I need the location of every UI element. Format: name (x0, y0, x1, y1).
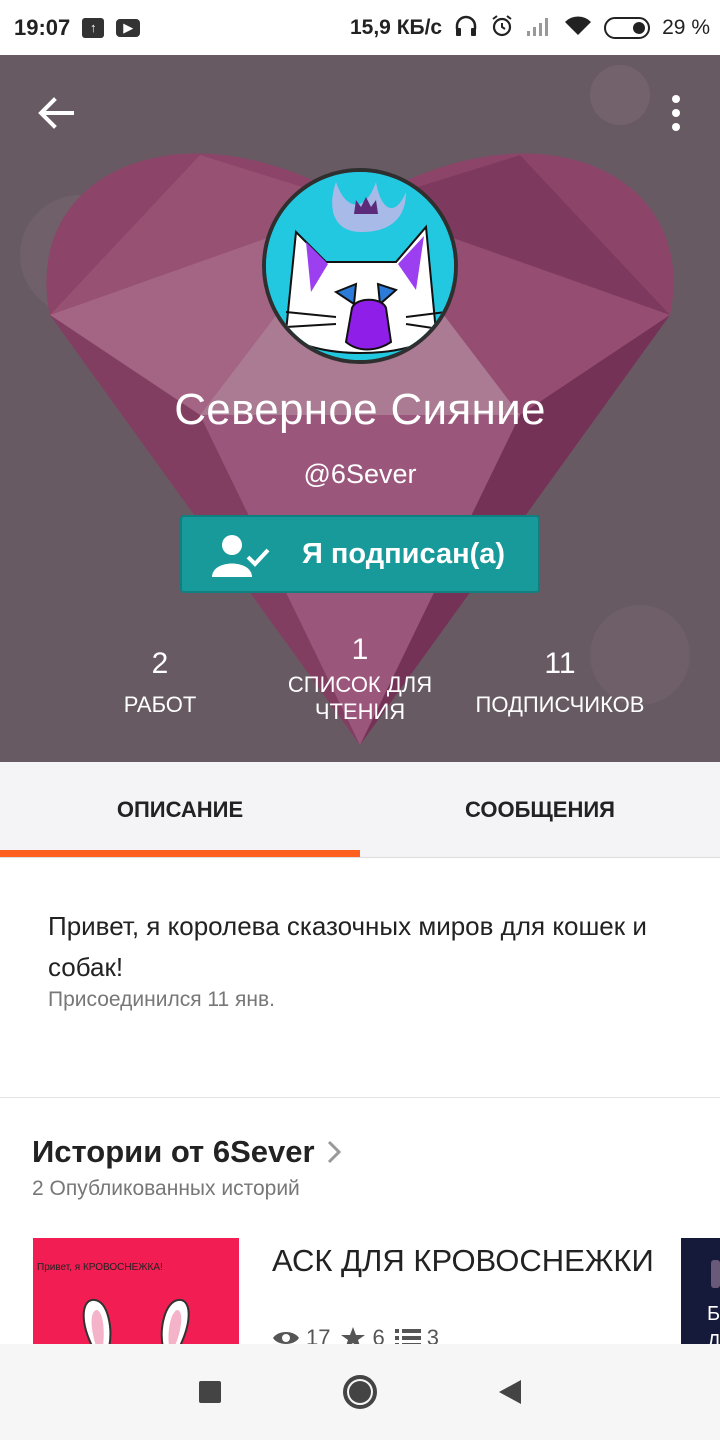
about-description: Привет, я королева сказочных миров для к… (48, 911, 647, 982)
headphones-icon (454, 15, 478, 41)
stat-works-label: РАБОТ (123, 692, 197, 717)
stat-reading-lists-label-line2: ЧТЕНИЯ (314, 699, 406, 724)
stat-reading-lists-label-line1: СПИСОК ДЛЯ (287, 672, 433, 697)
tab-about[interactable]: ОПИСАНИЕ (0, 762, 360, 857)
stories-title: Истории от 6Sever (32, 1134, 315, 1169)
recents-button[interactable] (180, 1362, 240, 1422)
cat-avatar-icon (266, 172, 454, 360)
more-dot-icon (672, 109, 680, 117)
battery-percent: 29 % (662, 15, 710, 39)
joined-date: Присоединился 11 янв. (48, 988, 276, 1011)
tab-messages[interactable]: СООБЩЕНИЯ (360, 762, 720, 857)
about-section: Привет, я королева сказочных миров для к… (0, 858, 720, 1098)
story-title[interactable]: АСК ДЛЯ КРОВОСНЕЖКИ (272, 1241, 662, 1280)
battery-icon (604, 16, 651, 39)
stories-subtitle: 2 Опубликованных историй (32, 1177, 300, 1200)
status-left: 19:07 ↑ ▶ (14, 14, 141, 41)
square-icon (199, 1381, 221, 1403)
signal-icon (526, 15, 552, 41)
stat-works-value: 2 (151, 647, 169, 680)
stat-reading-lists[interactable]: 1 СПИСОК ДЛЯ ЧТЕНИЯ (270, 633, 450, 725)
display-name: Северное Сияние (174, 385, 546, 434)
profile-tabs: ОПИСАНИЕ СООБЩЕНИЯ (0, 762, 720, 858)
follow-button[interactable]: Я подписан(а) (180, 515, 540, 593)
triangle-back-icon (499, 1380, 521, 1404)
upload-icon: ↑ (82, 17, 105, 38)
status-speed: 15,9 КБ/с (349, 15, 443, 39)
back-nav-button[interactable] (480, 1362, 540, 1422)
chevron-right-icon (327, 1140, 341, 1164)
back-button[interactable] (34, 91, 78, 135)
next-story-cover[interactable]: Б Д (681, 1238, 720, 1348)
system-nav-bar (0, 1344, 720, 1440)
circle-icon (343, 1375, 377, 1409)
more-dot-icon (672, 123, 680, 131)
arrow-left-icon (38, 97, 74, 129)
status-right: 15,9 КБ/с 29 % (350, 14, 710, 42)
stat-followers-value: 11 (544, 647, 576, 680)
avatar (262, 168, 458, 364)
stat-works[interactable]: 2 РАБОТ (80, 647, 240, 718)
user-check-icon (212, 535, 270, 577)
stat-followers[interactable]: 11 ПОДПИСЧИКОВ (460, 647, 660, 718)
stat-reading-lists-value: 1 (351, 633, 369, 666)
follow-button-label: Я подписан(а) (302, 538, 506, 570)
profile-header: Северное Сияние @6Sever Я подписан(а) 2 … (0, 55, 720, 762)
status-bar: 19:07 ↑ ▶ 15,9 КБ/с 29 % (0, 0, 720, 55)
alarm-icon (490, 14, 514, 42)
more-dot-icon (672, 95, 680, 103)
stat-followers-label: ПОДПИСЧИКОВ (475, 692, 645, 717)
wifi-icon (564, 15, 592, 41)
username: @6Sever (303, 459, 417, 489)
stories-header-link[interactable]: Истории от 6Sever (32, 1134, 341, 1170)
next-story-cover-text: Б Д (707, 1303, 720, 1348)
home-button[interactable] (330, 1362, 390, 1422)
bunny-ears-icon (82, 1298, 190, 1348)
more-options-button[interactable] (662, 91, 690, 135)
status-time: 19:07 (14, 14, 71, 40)
youtube-icon: ▶ (116, 18, 141, 37)
story-cover[interactable]: Привет, я КРОВОСНЕЖКА! (33, 1238, 239, 1348)
